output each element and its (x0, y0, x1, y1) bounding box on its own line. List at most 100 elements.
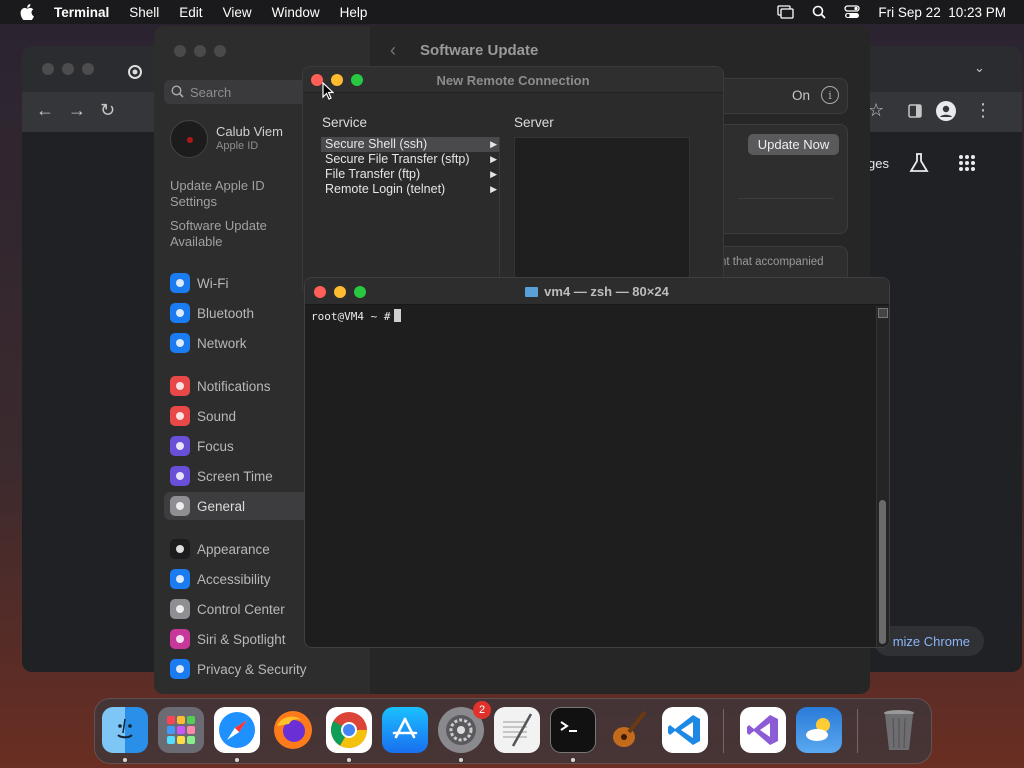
terminal-scrollbar-thumb[interactable] (879, 500, 886, 644)
info-icon[interactable]: i (821, 86, 839, 104)
chrome-tab-favicon-icon (128, 65, 142, 79)
globe-icon (170, 333, 190, 353)
sidebar-item-notifications[interactable]: Notifications (170, 375, 271, 397)
sidebar-item-label: Notifications (197, 378, 271, 394)
dock-running-dot (459, 758, 463, 762)
chrome-profile-icon[interactable] (936, 101, 956, 121)
chrome-apps-grid-icon[interactable] (958, 154, 976, 172)
menu-extras: Fri Sep 22 10:23 PM (777, 0, 1006, 24)
launchpad-icon[interactable] (158, 707, 204, 753)
safari-icon[interactable] (214, 707, 260, 753)
chrome-tab-search-icon[interactable]: ⌄ (974, 60, 985, 76)
finder-icon[interactable] (102, 707, 148, 753)
gear-icon (170, 496, 190, 516)
sidebar-item-control-center[interactable]: Control Center (170, 598, 285, 620)
service-item-sftp[interactable]: Secure File Transfer (sftp) ▶ (321, 152, 499, 167)
menu-view[interactable]: View (223, 5, 252, 20)
service-item-label: Secure File Transfer (sftp) (325, 152, 470, 166)
control-center-icon (170, 599, 190, 619)
accessibility-icon (170, 569, 190, 589)
update-box-divider (738, 198, 834, 199)
system-settings-icon[interactable]: 2 (438, 701, 491, 753)
menu-help[interactable]: Help (340, 5, 368, 20)
chrome-menu-icon[interactable]: ⋮ (974, 100, 992, 121)
bluetooth-icon (170, 303, 190, 323)
weather-icon[interactable] (796, 707, 842, 753)
sidebar-notice-software-update[interactable]: Software Update Available (170, 218, 290, 250)
chrome-close-button[interactable] (42, 63, 54, 75)
sidebar-item-wi-fi[interactable]: Wi-Fi (170, 272, 228, 294)
app-store-icon[interactable] (382, 707, 428, 753)
menu-shell[interactable]: Shell (129, 5, 159, 20)
sidebar-notice-apple-id[interactable]: Update Apple ID Settings (170, 178, 290, 210)
trash-icon[interactable] (876, 707, 922, 753)
service-item-ssh[interactable]: Secure Shell (ssh) ▶ (321, 137, 499, 152)
spotlight-search-icon[interactable] (812, 5, 827, 19)
sidebar-item-focus[interactable]: Focus (170, 435, 234, 457)
chrome-labs-flask-icon[interactable] (908, 152, 930, 174)
menu-edit[interactable]: Edit (179, 5, 202, 20)
apple-menu-icon[interactable] (20, 4, 34, 20)
back-chevron-icon[interactable]: ‹ (390, 40, 396, 61)
sidebar-item-label: General (197, 498, 246, 514)
sidebar-item-network[interactable]: Network (170, 332, 247, 354)
menu-clock[interactable]: Fri Sep 22 10:23 PM (878, 5, 1006, 20)
textedit-icon[interactable] (494, 707, 540, 753)
sidebar-item-privacy-security[interactable]: Privacy & Security (170, 658, 307, 680)
sidebar-item-label: Control Center (197, 601, 285, 617)
terminal-split-button[interactable] (878, 308, 888, 318)
vscode-icon[interactable] (662, 707, 708, 753)
chrome-bookmark-star-icon[interactable]: ☆ (868, 100, 884, 121)
chrome-back-icon[interactable]: ← (36, 100, 54, 121)
service-item-telnet[interactable]: Remote Login (telnet) ▶ (321, 182, 499, 197)
chrome-forward-icon[interactable]: → (68, 100, 86, 121)
dock-running-dot (571, 758, 575, 762)
menu-window[interactable]: Window (272, 5, 320, 20)
moon-icon (170, 436, 190, 456)
chrome-side-panel-icon[interactable] (908, 104, 922, 118)
dock-separator (857, 709, 858, 753)
screen-mirroring-icon[interactable] (777, 5, 795, 19)
service-item-label: Secure Shell (ssh) (325, 137, 428, 151)
terminal-title: vm4 — zsh — 80×24 (305, 284, 889, 299)
settings-close-button[interactable] (174, 45, 186, 57)
update-now-button[interactable]: Update Now (748, 134, 839, 155)
sidebar-item-label: Sound (197, 408, 237, 424)
sidebar-item-label: Bluetooth (197, 305, 255, 321)
chrome-minimize-button[interactable] (62, 63, 74, 75)
sidebar-item-bluetooth[interactable]: Bluetooth (170, 302, 254, 324)
sidebar-item-label: Siri & Spotlight (197, 631, 286, 647)
settings-zoom-button[interactable] (214, 45, 226, 57)
service-list: Secure Shell (ssh) ▶ Secure File Transfer… (321, 137, 499, 197)
firefox-icon[interactable] (270, 707, 316, 753)
terminal-prompt-line[interactable]: root@VM4 ~ # (311, 309, 402, 323)
sidebar-item-screen-time[interactable]: Screen Time (170, 465, 273, 487)
sidebar-item-label: Accessibility (197, 571, 271, 587)
license-text-fragment[interactable]: nt that accompanied (720, 256, 824, 268)
search-placeholder: Search (190, 84, 232, 100)
terminal-cursor (394, 309, 402, 322)
appearance-icon (170, 539, 190, 559)
control-center-icon[interactable] (844, 5, 861, 19)
terminal-icon[interactable] (550, 707, 596, 753)
garageband-icon[interactable] (606, 707, 652, 753)
sidebar-item-appearance[interactable]: Appearance (170, 538, 270, 560)
visual-studio-icon[interactable] (740, 707, 786, 753)
apple-id-avatar[interactable] (170, 120, 208, 158)
chrome-reload-icon[interactable]: ↻ (100, 100, 115, 121)
chrome-customize-button[interactable]: mize Chrome (874, 626, 984, 656)
apple-id-name[interactable]: Calub Viem (216, 124, 283, 139)
chrome-zoom-button[interactable] (82, 63, 94, 75)
chrome-icon[interactable] (326, 707, 372, 753)
chrome-images-link-fragment[interactable]: ges (868, 156, 889, 171)
sidebar-item-accessibility[interactable]: Accessibility (170, 568, 271, 590)
sidebar-item-siri-spotlight[interactable]: Siri & Spotlight (170, 628, 286, 650)
sidebar-item-label: Appearance (197, 541, 270, 557)
settings-minimize-button[interactable] (194, 45, 206, 57)
menu-app-name[interactable]: Terminal (54, 5, 109, 20)
server-list[interactable] (514, 137, 690, 295)
sidebar-item-label: Wi-Fi (197, 275, 229, 291)
submenu-arrow-icon: ▶ (490, 139, 497, 149)
service-item-ftp[interactable]: File Transfer (ftp) ▶ (321, 167, 499, 182)
sidebar-item-sound[interactable]: Sound (170, 405, 236, 427)
